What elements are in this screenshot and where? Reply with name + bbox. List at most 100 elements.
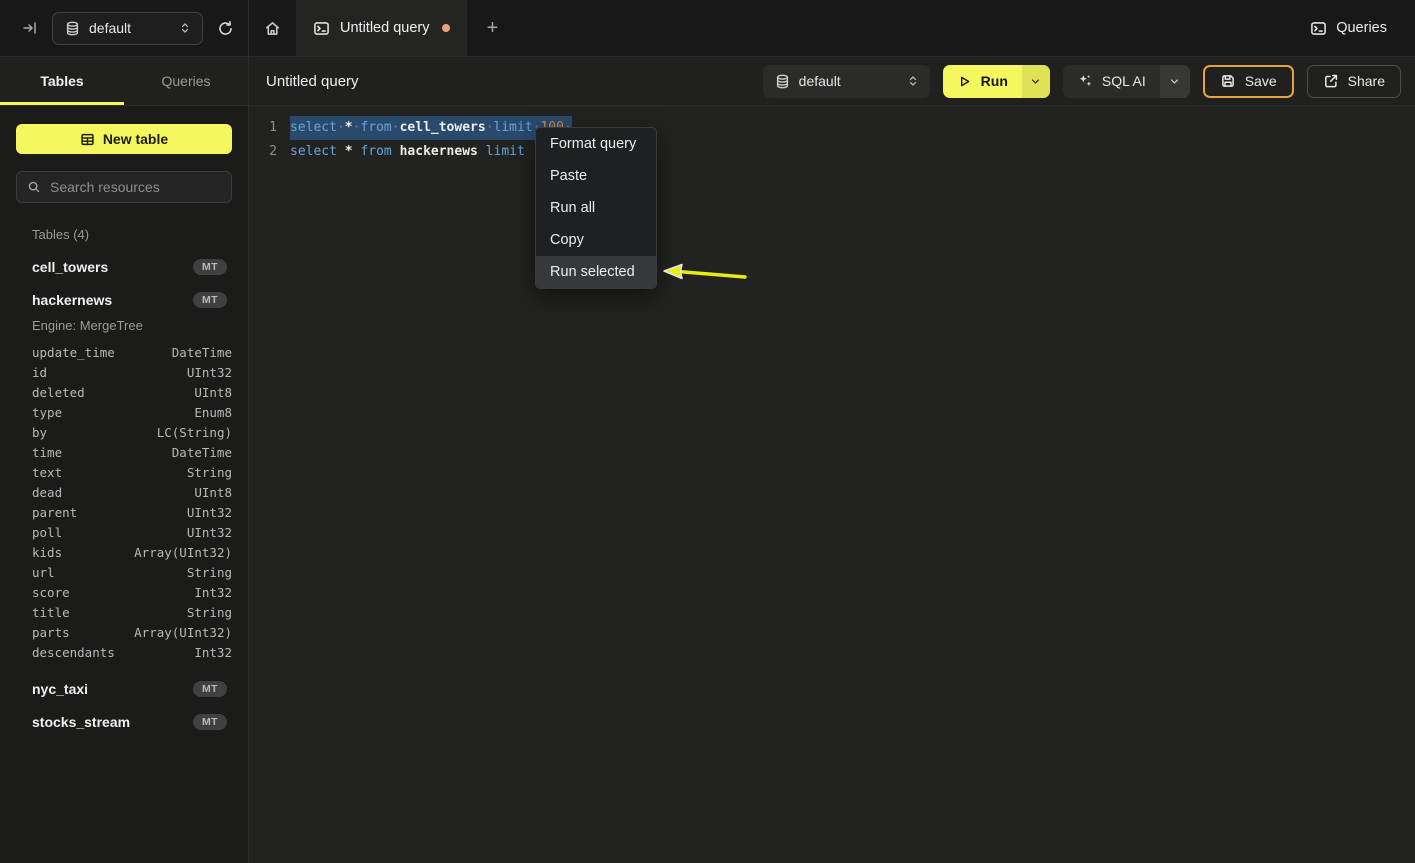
code-token: from: [360, 144, 391, 159]
column-type: UInt32: [187, 505, 232, 520]
column-row: deadUInt8: [16, 482, 232, 502]
column-row: timeDateTime: [16, 442, 232, 462]
column-name: parent: [32, 505, 187, 520]
add-tab-button[interactable]: +: [467, 0, 517, 56]
tab-label: Untitled query: [340, 20, 429, 36]
column-type: Array(UInt32): [134, 625, 232, 640]
code-token: *: [345, 144, 353, 159]
unsaved-indicator: [442, 24, 450, 32]
column-name: by: [32, 425, 157, 440]
column-row: pollUInt32: [16, 522, 232, 542]
code-token: select: [290, 144, 337, 159]
sql-ai-label: SQL AI: [1102, 73, 1146, 89]
code-line[interactable]: 1select·*·from·cell_towers·limit·100·: [265, 116, 1415, 140]
column-type: Array(UInt32): [134, 545, 232, 560]
column-name: update_time: [32, 345, 172, 360]
code-token: *: [345, 120, 353, 135]
run-options-button[interactable]: [1022, 65, 1050, 98]
table-item-stocks_stream[interactable]: stocks_streamMT: [16, 705, 232, 738]
save-button-label: Save: [1245, 73, 1277, 89]
sql-ai-button[interactable]: SQL AI: [1063, 65, 1190, 98]
table-item-nyc_taxi[interactable]: nyc_taxiMT: [16, 672, 232, 705]
code-line[interactable]: 2select * from hackernews limit: [265, 140, 1415, 164]
column-name: deleted: [32, 385, 194, 400]
menu-item-format-query[interactable]: Format query: [536, 128, 656, 160]
table-name: stocks_stream: [32, 714, 193, 730]
share-button[interactable]: Share: [1307, 65, 1401, 98]
column-name: score: [32, 585, 194, 600]
column-type: Int32: [194, 585, 232, 600]
refresh-icon[interactable]: [217, 20, 234, 37]
column-type: UInt32: [187, 365, 232, 380]
column-row: scoreInt32: [16, 582, 232, 602]
tab-queries[interactable]: Queries: [124, 57, 248, 105]
column-row: idUInt32: [16, 362, 232, 382]
page-title: Untitled query: [266, 73, 359, 90]
table-item-hackernews[interactable]: hackernewsMT: [16, 283, 232, 316]
search-input[interactable]: [50, 179, 231, 195]
home-icon[interactable]: [249, 0, 296, 56]
column-row: descendantsInt32: [16, 642, 232, 662]
column-row: byLC(String): [16, 422, 232, 442]
body: New table Tables (4) cell_towersMThacker…: [0, 106, 1415, 863]
column-type: String: [187, 465, 232, 480]
database-icon: [775, 74, 790, 89]
code-token: ·: [486, 120, 494, 135]
code-token: ·: [392, 120, 400, 135]
queries-terminal-icon: [1310, 20, 1327, 37]
context-menu: Format queryPasteRun allCopyRun selected: [535, 127, 657, 289]
new-table-button[interactable]: New table: [16, 124, 232, 154]
code-lines: 1select·*·from·cell_towers·limit·100·2se…: [249, 106, 1415, 164]
table-item-cell_towers[interactable]: cell_towersMT: [16, 250, 232, 283]
column-type: String: [187, 565, 232, 580]
database-icon: [65, 21, 80, 36]
column-name: descendants: [32, 645, 194, 660]
queries-button[interactable]: Queries: [1310, 0, 1415, 56]
menu-item-paste[interactable]: Paste: [536, 160, 656, 192]
column-type: Enum8: [194, 405, 232, 420]
tab-tables[interactable]: Tables: [0, 57, 124, 105]
menu-item-run-all[interactable]: Run all: [536, 192, 656, 224]
column-name: type: [32, 405, 194, 420]
save-button[interactable]: Save: [1203, 65, 1294, 98]
sidebar-tabs: Tables Queries: [0, 57, 249, 105]
column-row: textString: [16, 462, 232, 482]
menu-item-copy[interactable]: Copy: [536, 224, 656, 256]
code-token: limit: [494, 120, 533, 135]
tables-section-label: Tables (4): [32, 227, 232, 242]
line-number: 1: [265, 116, 277, 140]
database-select[interactable]: default: [52, 12, 203, 45]
save-icon: [1220, 73, 1236, 89]
column-name: dead: [32, 485, 194, 500]
menu-item-run-selected[interactable]: Run selected: [536, 256, 656, 288]
column-row: titleString: [16, 602, 232, 622]
tab-untitled-query[interactable]: Untitled query: [296, 0, 467, 56]
column-type: LC(String): [157, 425, 232, 440]
table-name: cell_towers: [32, 259, 193, 275]
column-row: deletedUInt8: [16, 382, 232, 402]
app-root: default: [0, 0, 1415, 863]
table-name: nyc_taxi: [32, 681, 193, 697]
toolbar-database-select[interactable]: default: [763, 65, 930, 98]
collapse-sidebar-icon[interactable]: [22, 20, 38, 36]
table-name: hackernews: [32, 292, 193, 308]
annotation-arrow: [661, 258, 753, 286]
code-token: cell_towers: [400, 120, 486, 135]
column-name: time: [32, 445, 172, 460]
column-type: DateTime: [172, 445, 232, 460]
sparkles-icon: [1077, 73, 1093, 89]
run-button[interactable]: Run: [943, 65, 1050, 98]
sql-editor[interactable]: 1select·*·from·cell_towers·limit·100·2se…: [249, 106, 1415, 863]
column-row: kidsArray(UInt32): [16, 542, 232, 562]
topbar-left: default: [0, 0, 249, 56]
search-icon: [27, 180, 41, 194]
sql-ai-options-button[interactable]: [1160, 65, 1190, 98]
code-token: [337, 144, 345, 159]
topbar-spacer: [517, 0, 1310, 56]
column-name: poll: [32, 525, 187, 540]
column-name: url: [32, 565, 187, 580]
line-content: select·*·from·cell_towers·limit·100·: [290, 116, 572, 140]
share-button-label: Share: [1348, 73, 1385, 89]
column-row: typeEnum8: [16, 402, 232, 422]
column-type: UInt8: [194, 485, 232, 500]
